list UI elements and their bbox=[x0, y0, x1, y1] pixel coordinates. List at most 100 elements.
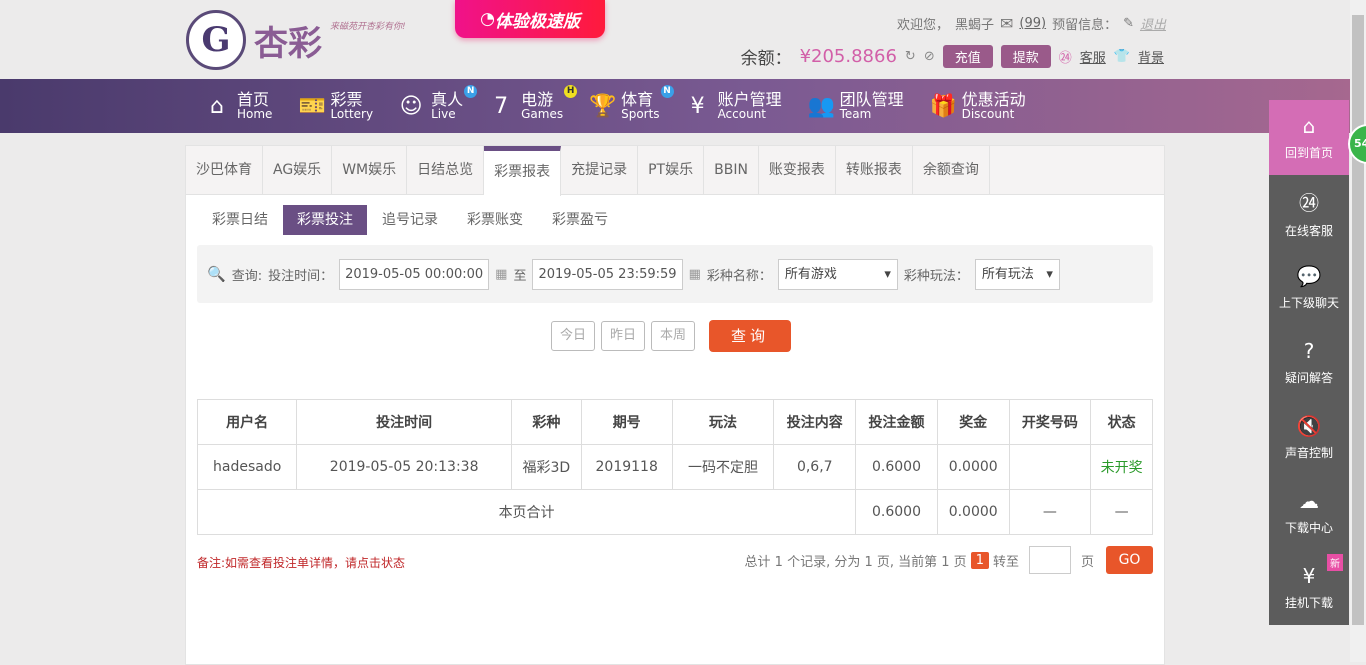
column-header: 投注金额 bbox=[855, 399, 938, 445]
tab-4[interactable]: 彩票报表 bbox=[484, 146, 562, 196]
nav-sublabel: Discount bbox=[961, 107, 1015, 121]
nav-label: 电游 bbox=[521, 90, 554, 109]
subtab-1[interactable]: 彩票投注 bbox=[283, 205, 367, 235]
play-select[interactable]: 所有玩法 ▾ bbox=[974, 258, 1060, 290]
shirt-icon: 👕 bbox=[1113, 49, 1130, 64]
deposit-button[interactable]: 充值 bbox=[942, 45, 993, 68]
tab-9[interactable]: 转账报表 bbox=[836, 146, 913, 194]
game-select[interactable]: 所有游戏 ▾ bbox=[777, 258, 898, 290]
sidebar-item-6[interactable]: ¥ 挂机下载 新 bbox=[1269, 550, 1349, 625]
subtab-3[interactable]: 彩票账变 bbox=[453, 205, 537, 235]
live-icon: ☺ bbox=[399, 93, 423, 119]
go-button[interactable]: GO bbox=[1106, 546, 1153, 574]
logo-text: 杏彩 bbox=[254, 23, 322, 64]
search-button[interactable]: 查询 bbox=[709, 320, 791, 352]
calendar-icon[interactable]: ▦ bbox=[495, 267, 507, 282]
edit-icon[interactable]: ✎ bbox=[1123, 16, 1134, 31]
sidebar-icon-5: ☁ bbox=[1299, 489, 1319, 513]
service-link[interactable]: 客服 bbox=[1080, 47, 1106, 66]
pager-summary: 总计 1 个记录, 分为 1 页, 当前第 1 页 bbox=[744, 554, 967, 570]
balance-label: 余额： bbox=[740, 49, 792, 69]
mail-icon[interactable]: ✉ bbox=[1000, 14, 1013, 33]
sidebar-label: 疑问解答 bbox=[1284, 371, 1333, 385]
dropdown-arrow-icon: ▾ bbox=[1046, 266, 1053, 282]
nav-item-lottery[interactable]: 🎫 彩票 Lottery bbox=[298, 79, 373, 133]
user-bar: 欢迎您， 黑蝎子 ✉ (99) 预留信息： ✎ 退出 bbox=[897, 14, 1166, 33]
table-cell[interactable]: 未开奖 bbox=[1090, 444, 1153, 490]
subtab-0[interactable]: 彩票日结 bbox=[198, 205, 282, 235]
nav-item-games[interactable]: 7 电游 Games H bbox=[489, 79, 578, 133]
nav-sublabel: Home bbox=[237, 107, 273, 121]
sidebar-item-1[interactable]: ㉔在线客服 bbox=[1269, 175, 1349, 250]
speed-label: 体验极速版 bbox=[494, 11, 580, 32]
service-24-icon: ㉔ bbox=[1058, 51, 1072, 66]
nav-item-home[interactable]: ⌂ 首页 Home bbox=[205, 79, 272, 133]
sidebar-label: 上下级聊天 bbox=[1278, 296, 1339, 310]
end-time-input[interactable]: 2019-05-05 23:59:59 bbox=[532, 258, 683, 290]
column-header: 玩法 bbox=[671, 399, 775, 445]
mail-count[interactable]: (99) bbox=[1019, 16, 1046, 31]
nav-sublabel: Account bbox=[717, 107, 767, 121]
nav-item-team[interactable]: 👥 团队管理 Team bbox=[808, 79, 904, 133]
background-link[interactable]: 背景 bbox=[1138, 47, 1164, 66]
logo-mark: G bbox=[186, 10, 246, 70]
nav-label: 彩票 bbox=[330, 90, 363, 109]
hide-eye-icon[interactable]: ⊘ bbox=[924, 49, 935, 64]
nav-item-sports[interactable]: 🏆 体育 Sports N bbox=[589, 79, 674, 133]
tab-3[interactable]: 日结总览 bbox=[407, 146, 485, 194]
sidebar-item-4[interactable]: 🔇 声音控制 bbox=[1269, 400, 1349, 475]
note-text: 备注:如需查看投注单详情，请点击状态 bbox=[197, 556, 406, 570]
tab-7[interactable]: BBIN bbox=[704, 146, 759, 194]
nav-item-live[interactable]: ☺ 真人 Live N bbox=[399, 79, 478, 133]
speed-version-button[interactable]: ◔ 体验极速版 bbox=[455, 0, 605, 38]
sidebar-icon-2: 💬 bbox=[1296, 264, 1322, 288]
week-button[interactable]: 本周 bbox=[651, 321, 695, 351]
sidebar-item-0[interactable]: ⌂ 回到首页 bbox=[1269, 100, 1349, 175]
current-page[interactable]: 1 bbox=[970, 551, 989, 569]
tab-0[interactable]: 沙巴体育 bbox=[186, 146, 263, 194]
start-time-input[interactable]: 2019-05-05 00:00:00 bbox=[339, 258, 490, 290]
team-icon: 👥 bbox=[807, 93, 835, 119]
lottery-icon: 🎫 bbox=[298, 93, 326, 119]
logout-link[interactable]: 退出 bbox=[1140, 14, 1166, 33]
subtab-4[interactable]: 彩票盈亏 bbox=[538, 205, 622, 235]
yesterday-button[interactable]: 昨日 bbox=[601, 321, 645, 351]
page-input[interactable] bbox=[1028, 546, 1071, 574]
tab-6[interactable]: PT娱乐 bbox=[638, 146, 705, 194]
content-panel: 沙巴体育 AG娱乐 WM娱乐 日结总览 彩票报表 充提记录 PT娱乐 BBIN 账变报表 转账报表… bbox=[185, 145, 1165, 665]
sidebar-item-5[interactable]: ☁ 下载中心 bbox=[1269, 475, 1349, 550]
scrollbar-thumb[interactable] bbox=[1352, 15, 1364, 625]
nav-sublabel: Team bbox=[839, 107, 872, 121]
calendar-icon[interactable]: ▦ bbox=[689, 267, 701, 282]
tab-5[interactable]: 充提记录 bbox=[561, 146, 639, 194]
sidebar-icon-0: ⌂ bbox=[1302, 114, 1316, 138]
play-label: 彩种玩法： bbox=[903, 268, 969, 284]
sidebar-item-2[interactable]: 💬 上下级聊天 bbox=[1269, 250, 1349, 325]
withdraw-button[interactable]: 提款 bbox=[1000, 45, 1051, 68]
refresh-icon[interactable]: ↻ bbox=[905, 49, 916, 64]
nav-label: 团队管理 bbox=[839, 90, 904, 109]
tab-2[interactable]: WM娱乐 bbox=[332, 146, 408, 194]
slogan: 来磁苑开杏彩有你! bbox=[330, 21, 406, 32]
reserved-info-label: 预留信息： bbox=[1052, 18, 1118, 33]
query-label: 查询: bbox=[231, 268, 263, 284]
sidebar-label: 声音控制 bbox=[1284, 446, 1333, 460]
nav-item-account[interactable]: ¥ 账户管理 Account bbox=[686, 79, 782, 133]
game-label: 彩种名称： bbox=[706, 268, 772, 284]
report-tabs: 沙巴体育 AG娱乐 WM娱乐 日结总览 彩票报表 充提记录 PT娱乐 BBIN 账变报表 转账报表… bbox=[186, 146, 1164, 196]
logo[interactable]: G 杏彩 来磁苑开杏彩有你! bbox=[186, 10, 406, 70]
sidebar-icon-3: ? bbox=[1303, 339, 1315, 363]
sidebar-label: 挂机下载 bbox=[1284, 596, 1333, 610]
tab-10[interactable]: 余额查询 bbox=[913, 146, 990, 194]
tab-8[interactable]: 账变报表 bbox=[759, 146, 836, 194]
tab-1[interactable]: AG娱乐 bbox=[263, 146, 333, 194]
nav-sublabel: Live bbox=[431, 107, 456, 121]
sidebar-item-3[interactable]: ? 疑问解答 bbox=[1269, 325, 1349, 400]
table-cell: 0.0000 bbox=[936, 444, 1010, 490]
today-button[interactable]: 今日 bbox=[551, 321, 595, 351]
column-header: 状态 bbox=[1090, 399, 1153, 445]
subtab-2[interactable]: 追号记录 bbox=[368, 205, 452, 235]
sidebar-icon-4: 🔇 bbox=[1296, 414, 1322, 438]
nav-item-discount[interactable]: 🎁 优惠活动 Discount bbox=[930, 79, 1026, 133]
welcome-text: 欢迎您， bbox=[896, 18, 949, 33]
